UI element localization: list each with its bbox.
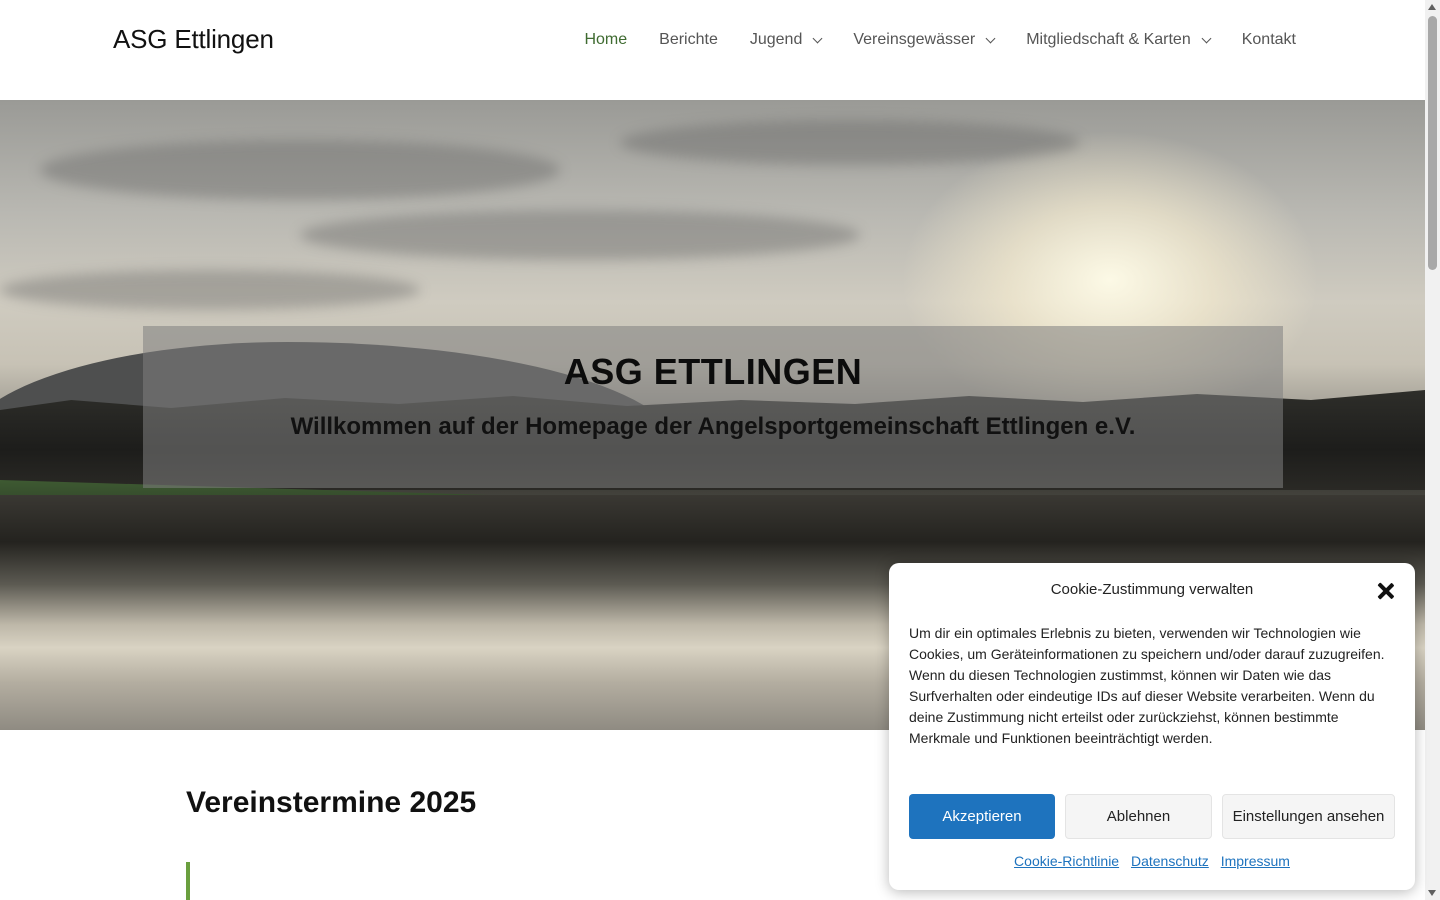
cookie-policy-link[interactable]: Cookie-Richtlinie bbox=[1014, 853, 1119, 869]
section-title: Vereinstermine 2025 bbox=[186, 786, 477, 819]
close-icon[interactable] bbox=[1377, 582, 1395, 600]
chevron-down-icon bbox=[985, 33, 996, 43]
deny-button[interactable]: Ablehnen bbox=[1065, 794, 1212, 839]
nav-item-vereinsgewaesser[interactable]: Vereinsgewässer bbox=[853, 28, 996, 52]
nav-item-home[interactable]: Home bbox=[584, 28, 627, 52]
nav-item-kontakt[interactable]: Kontakt bbox=[1242, 28, 1296, 52]
hero-title: ASG ETTLINGEN bbox=[563, 351, 863, 392]
nav-label: Mitgliedschaft & Karten bbox=[1026, 31, 1191, 48]
privacy-link[interactable]: Datenschutz bbox=[1131, 853, 1209, 869]
hero-subtitle: Willkommen auf der Homepage der Angelspo… bbox=[290, 413, 1136, 440]
nav-item-jugend[interactable]: Jugend bbox=[749, 28, 823, 52]
imprint-link[interactable]: Impressum bbox=[1221, 853, 1290, 869]
scroll-up-icon[interactable] bbox=[1428, 4, 1436, 10]
hero-cloud bbox=[40, 140, 560, 200]
main-navigation: Home Berichte Jugend Vereinsgewässer Mit… bbox=[584, 28, 1296, 52]
hero-cloud bbox=[620, 120, 1080, 165]
scroll-down-icon[interactable] bbox=[1428, 890, 1436, 896]
view-settings-button[interactable]: Einstellungen ansehen bbox=[1222, 794, 1395, 839]
page-scrollbar[interactable] bbox=[1425, 0, 1440, 900]
chevron-down-icon bbox=[812, 33, 823, 43]
nav-label: Home bbox=[584, 31, 628, 48]
hero-cloud bbox=[300, 210, 860, 260]
scrollbar-thumb[interactable] bbox=[1428, 16, 1437, 270]
hero-cloud bbox=[0, 270, 420, 310]
site-header: ASG Ettlingen Home Berichte Jugend Verei… bbox=[0, 0, 1425, 100]
nav-label: Vereinsgewässer bbox=[853, 31, 976, 48]
nav-item-berichte[interactable]: Berichte bbox=[659, 28, 718, 52]
nav-label: Kontakt bbox=[1241, 31, 1296, 48]
accept-button[interactable]: Akzeptieren bbox=[909, 794, 1055, 839]
cookie-consent-dialog: Cookie-Zustimmung verwalten Um dir ein o… bbox=[889, 563, 1415, 890]
nav-label: Berichte bbox=[659, 31, 718, 48]
nav-item-mitgliedschaft[interactable]: Mitgliedschaft & Karten bbox=[1026, 28, 1212, 52]
chevron-down-icon bbox=[1201, 33, 1212, 43]
hero-banner: ASG ETTLINGEN Willkommen auf der Homepag… bbox=[143, 326, 1283, 488]
site-title[interactable]: ASG Ettlingen bbox=[113, 24, 274, 55]
cookie-dialog-title: Cookie-Zustimmung verwalten bbox=[1050, 581, 1254, 598]
nav-label: Jugend bbox=[749, 31, 803, 48]
cookie-links: Cookie-Richtlinie Datenschutz Impressum bbox=[889, 853, 1415, 869]
cookie-dialog-text: Um dir ein optimales Erlebnis zu bieten,… bbox=[909, 625, 1385, 746]
quote-accent-bar bbox=[186, 862, 190, 900]
